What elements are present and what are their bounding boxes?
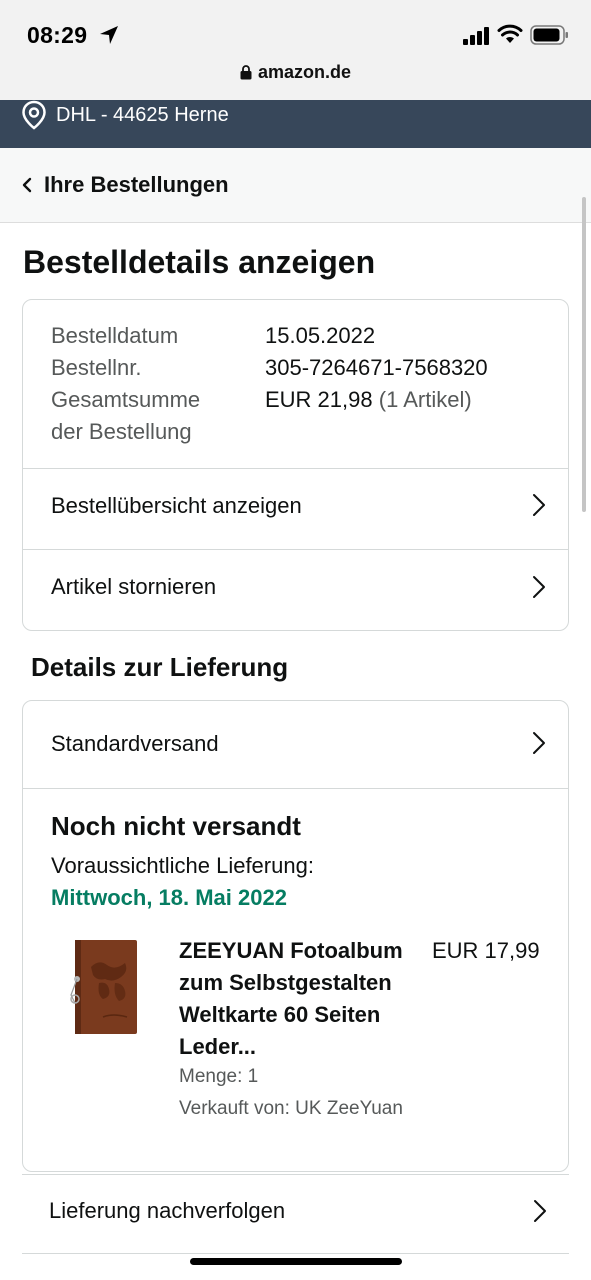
product-image[interactable] [69, 937, 141, 1037]
delivery-section-title: Details zur Lieferung [31, 652, 289, 682]
expected-delivery-label: Voraussichtliche Lieferung: [51, 853, 314, 878]
order-number-label: Bestellnr. [51, 355, 142, 380]
shipping-method-label: Standardversand [51, 731, 219, 756]
order-total-value: EUR 21,98 (1 Artikel) [265, 384, 472, 416]
expected-delivery-date: Mittwoch, 18. Mai 2022 [51, 885, 287, 910]
order-total-label-line1: Gesamtsumme [51, 387, 201, 412]
order-total-amount: EUR 21,98 [265, 387, 373, 412]
order-info-card: Bestelldatum 15.05.2022 Bestellnr. 305-7… [22, 299, 569, 631]
shipping-method-row[interactable]: Standardversand [23, 701, 568, 789]
chevron-right-icon [533, 494, 545, 516]
order-overview-label: Bestellübersicht anzeigen [51, 493, 302, 518]
chevron-left-icon[interactable] [21, 177, 33, 193]
cancel-items-row[interactable]: Artikel stornieren [23, 549, 568, 630]
order-number-value: 305-7264671-7568320 [265, 355, 488, 380]
product-quantity: Menge: 1 [179, 1066, 259, 1087]
url-bar[interactable]: amazon.de [0, 62, 591, 83]
product-seller: Verkauft von: UK ZeeYuan [179, 1098, 403, 1119]
order-total-items: (1 Artikel) [378, 387, 472, 412]
location-arrow-icon [100, 26, 118, 44]
lock-icon [240, 65, 252, 80]
url-text: amazon.de [257, 62, 352, 82]
product-title-line: Leder... [179, 1034, 257, 1059]
cancel-items-label: Artikel stornieren [51, 574, 217, 599]
product-price: EUR 17,99 [432, 938, 540, 963]
status-bar [0, 0, 591, 100]
track-delivery-row[interactable]: Lieferung nachverfolgen [22, 1174, 569, 1254]
page-title: Bestelldetails anzeigen [23, 244, 376, 280]
order-overview-row[interactable]: Bestellübersicht anzeigen [23, 468, 568, 549]
chevron-right-icon [534, 1200, 546, 1222]
order-date-label: Bestelldatum [51, 323, 179, 348]
track-delivery-label: Lieferung nachverfolgen [49, 1198, 286, 1223]
chevron-right-icon [533, 576, 545, 598]
pin-icon [22, 100, 46, 130]
back-link[interactable]: Ihre Bestellungen [44, 172, 229, 198]
product-title-line: ZEEYUAN Fotoalbum [179, 938, 403, 963]
shipping-status: Noch nicht versandt [51, 811, 301, 841]
status-time: 08:29 [27, 22, 88, 48]
signal-icon [463, 27, 489, 45]
order-date-value: 15.05.2022 [265, 323, 376, 348]
product-title-line: zum Selbstgestalten [179, 970, 392, 995]
battery-icon [530, 25, 568, 45]
product-title[interactable]: ZEEYUAN Fotoalbum zum Selbstgestalten We… [179, 935, 419, 1063]
product-title-line: Weltkarte 60 Seiten [179, 1002, 381, 1027]
chevron-right-icon [533, 732, 545, 754]
delivery-location-text: DHL - 44625 Herne [56, 104, 229, 126]
scrollbar[interactable] [582, 197, 586, 512]
order-total-label-line2: der Bestellung [51, 419, 192, 444]
home-indicator[interactable] [190, 1258, 402, 1265]
wifi-icon [497, 24, 523, 43]
delivery-card: Standardversand Noch nicht versandt Vora… [22, 700, 569, 1172]
